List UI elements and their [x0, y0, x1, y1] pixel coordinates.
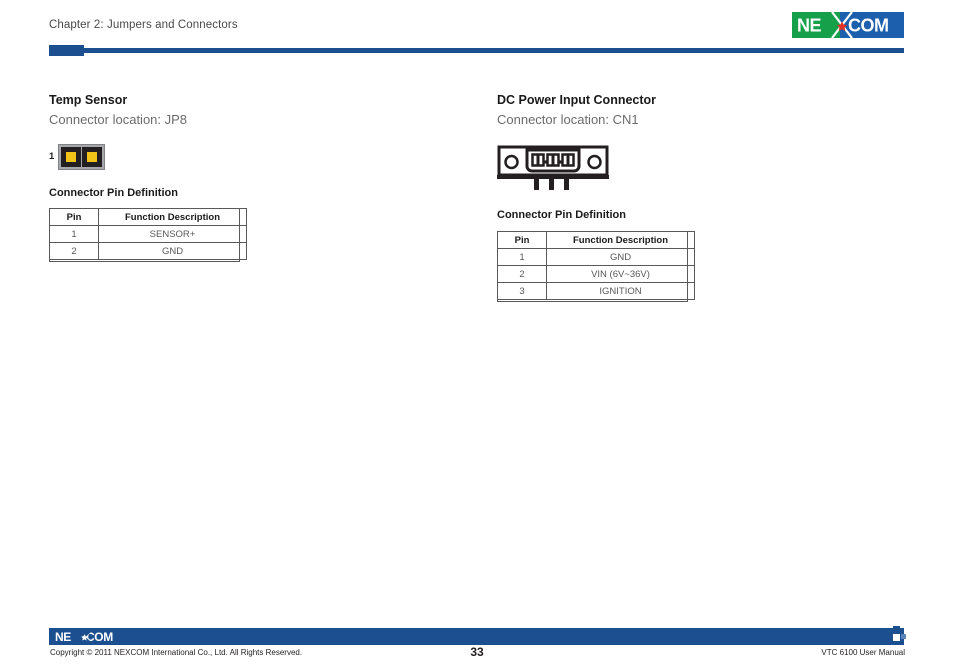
footer-bar: NE COM — [49, 626, 906, 645]
left-pin-definition-label: Connector Pin Definition — [49, 187, 178, 199]
header-accent-block — [49, 45, 84, 56]
jumper-body — [58, 144, 106, 170]
jumper-pad-1 — [61, 147, 82, 167]
table-header-row: Pin Function Description — [49, 208, 247, 226]
table-row: 3 IGNITION — [497, 282, 695, 300]
cell-desc: IGNITION — [546, 282, 695, 300]
right-section-title: DC Power Input Connector — [497, 93, 657, 107]
cell-pin: 2 — [497, 265, 547, 283]
svg-text:COM: COM — [86, 630, 113, 643]
footer-manual-title: VTC 6100 User Manual — [821, 648, 905, 657]
cell-desc: GND — [546, 248, 695, 266]
svg-text:COM: COM — [848, 16, 889, 36]
left-section-location: Connector location: JP8 — [49, 112, 188, 127]
dc-power-connector-icon — [497, 140, 609, 192]
table-header-row: Pin Function Description — [497, 231, 695, 249]
col-header-desc: Function Description — [98, 208, 247, 226]
cell-desc: GND — [98, 242, 247, 260]
cell-pin: 1 — [497, 248, 547, 266]
svg-text:NE: NE — [55, 630, 71, 643]
table-row: 1 GND — [497, 248, 695, 266]
header-divider — [49, 45, 904, 56]
table-row: 1 SENSOR+ — [49, 225, 247, 243]
table-row: 2 GND — [49, 242, 247, 260]
jumper-pin1-label: 1 — [49, 151, 55, 163]
jumper-pad-core — [87, 152, 98, 162]
cell-pin: 1 — [49, 225, 99, 243]
left-pin-table: Pin Function Description 1 SENSOR+ 2 GND — [49, 208, 247, 260]
jumper-diagram-jp8: 1 — [49, 144, 106, 170]
col-header-desc: Function Description — [546, 231, 695, 249]
cell-desc: SENSOR+ — [98, 225, 247, 243]
col-header-pin: Pin — [49, 208, 99, 226]
jumper-pad-2 — [82, 147, 103, 167]
cell-pin: 2 — [49, 242, 99, 260]
breadcrumb-chapter: Chapter 2: Jumpers and Connectors — [49, 19, 238, 31]
header-accent-line — [84, 48, 904, 53]
right-pin-definition-label: Connector Pin Definition — [497, 209, 626, 221]
jumper-pad-core — [66, 152, 77, 162]
col-header-pin: Pin — [497, 231, 547, 249]
page-number: 33 — [470, 645, 484, 659]
table-row: 2 VIN (6V~36V) — [497, 265, 695, 283]
svg-text:NE: NE — [797, 16, 821, 36]
cell-pin: 3 — [497, 282, 547, 300]
footer-nexcom-logo: NE COM — [55, 630, 123, 644]
left-section-title: Temp Sensor — [49, 93, 128, 107]
right-pin-table: Pin Function Description 1 GND 2 VIN (6V… — [497, 231, 695, 300]
nexcom-logo: NE COM — [792, 11, 904, 39]
cell-desc: VIN (6V~36V) — [546, 265, 695, 283]
right-section-location: Connector location: CN1 — [497, 112, 639, 127]
